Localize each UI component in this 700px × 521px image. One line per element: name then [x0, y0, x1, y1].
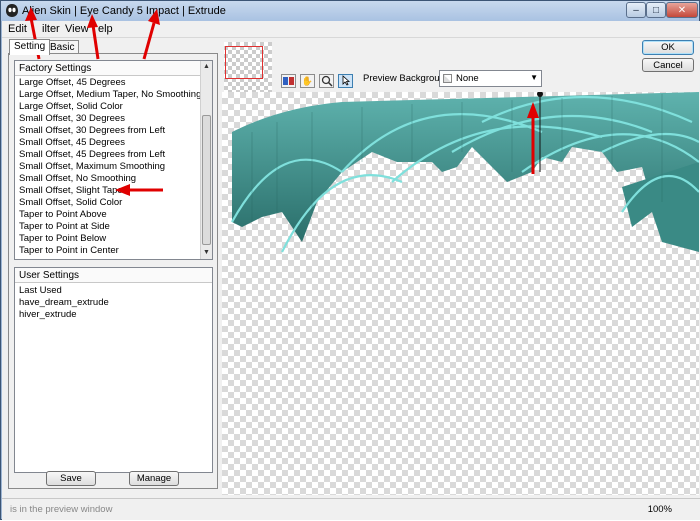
light-handle-icon[interactable] — [537, 92, 543, 97]
list-item[interactable]: hiver_extrude — [15, 309, 212, 321]
list-item[interactable]: Large Offset, Solid Color — [15, 101, 212, 113]
list-item[interactable]: Large Offset, 45 Degrees — [15, 77, 212, 89]
list-item[interactable]: Small Offset, 30 Degrees — [15, 113, 212, 125]
swatch-icon — [443, 74, 452, 83]
menu-filter[interactable]: ilter — [42, 23, 60, 35]
title-bar[interactable]: Alien Skin | Eye Candy 5 Impact | Extrud… — [1, 1, 699, 21]
dialog-client: Setting Basic Factory Settings Large Off… — [2, 38, 700, 498]
save-button[interactable]: Save — [46, 471, 96, 486]
user-settings-header: User Settings — [15, 268, 212, 283]
status-text: is in the preview window — [10, 504, 113, 515]
list-item[interactable]: have_dream_extrude — [15, 297, 212, 309]
status-bar: is in the preview window 100% — [2, 498, 700, 520]
scroll-down-icon[interactable]: ▼ — [201, 247, 212, 259]
menu-edit[interactable]: Edit — [8, 23, 27, 35]
plugin-window: Alien Skin | Eye Candy 5 Impact | Extrud… — [0, 0, 700, 520]
cancel-button[interactable]: Cancel — [642, 58, 694, 72]
navigator-thumbnail[interactable] — [224, 42, 272, 92]
tab-settings[interactable]: Setting — [9, 39, 51, 55]
list-item[interactable]: Small Offset, 45 Degrees from Left — [15, 149, 212, 161]
menu-help[interactable]: elp — [98, 23, 113, 35]
close-button[interactable]: ✕ — [666, 2, 698, 18]
extrude-preview-image — [231, 92, 699, 253]
list-item[interactable]: Small Offset, Slight Taper — [15, 185, 212, 197]
list-item[interactable]: Small Offset, 45 Degrees — [15, 137, 212, 149]
list-item[interactable]: Small Offset, Maximum Smoothing — [15, 161, 212, 173]
navigator-viewport[interactable] — [225, 46, 263, 79]
factory-scrollbar[interactable]: ▲ ▼ — [200, 61, 212, 259]
list-item[interactable]: Small Offset, No Smoothing — [15, 173, 212, 185]
factory-items: Large Offset, 45 Degrees Large Offset, Me… — [15, 76, 212, 257]
preview-background-value: None — [456, 73, 479, 84]
hand-pan-icon[interactable]: ✋ — [300, 74, 315, 88]
scroll-up-icon[interactable]: ▲ — [201, 61, 212, 73]
arrow-select-icon[interactable] — [338, 74, 353, 88]
list-item[interactable]: Taper to Point Above — [15, 209, 212, 221]
preview-canvas[interactable] — [222, 92, 699, 495]
app-icon — [6, 4, 18, 17]
list-item[interactable]: Last Used — [15, 285, 212, 297]
zoom-level: 100% — [647, 504, 672, 515]
minimize-button[interactable]: – — [626, 2, 646, 18]
factory-settings-header: Factory Settings — [15, 61, 212, 76]
window-title: Alien Skin | Eye Candy 5 Impact | Extrud… — [22, 5, 226, 17]
scroll-thumb[interactable] — [202, 115, 211, 245]
preview-toggle-icon[interactable] — [281, 74, 296, 88]
factory-settings-list[interactable]: Factory Settings Large Offset, 45 Degree… — [14, 60, 213, 260]
list-item[interactable]: Small Offset, 30 Degrees from Left — [15, 125, 212, 137]
manage-button[interactable]: Manage — [129, 471, 179, 486]
user-items: Last Used have_dream_extrude hiver_extrude — [15, 283, 212, 321]
user-settings-list[interactable]: User Settings Last Used have_dream_extrud… — [14, 267, 213, 473]
chevron-down-icon: ▼ — [530, 73, 538, 82]
menu-view[interactable]: View — [65, 23, 89, 35]
list-item[interactable]: Large Offset, Medium Taper, No Smoothing — [15, 89, 212, 101]
list-item[interactable]: Small Offset, Solid Color — [15, 197, 212, 209]
list-item[interactable]: Taper to Point Below — [15, 233, 212, 245]
maximize-button[interactable]: □ — [646, 2, 666, 18]
settings-panel: Factory Settings Large Offset, 45 Degree… — [8, 53, 218, 489]
zoom-icon[interactable] — [319, 74, 334, 88]
menu-bar: Edit ilter View elp — [2, 21, 700, 38]
ok-button[interactable]: OK — [642, 40, 694, 55]
list-item[interactable]: Taper to Point in Center — [15, 245, 212, 257]
list-item[interactable]: Taper to Point at Side — [15, 221, 212, 233]
preview-background-select[interactable]: None ▼ — [439, 70, 542, 87]
